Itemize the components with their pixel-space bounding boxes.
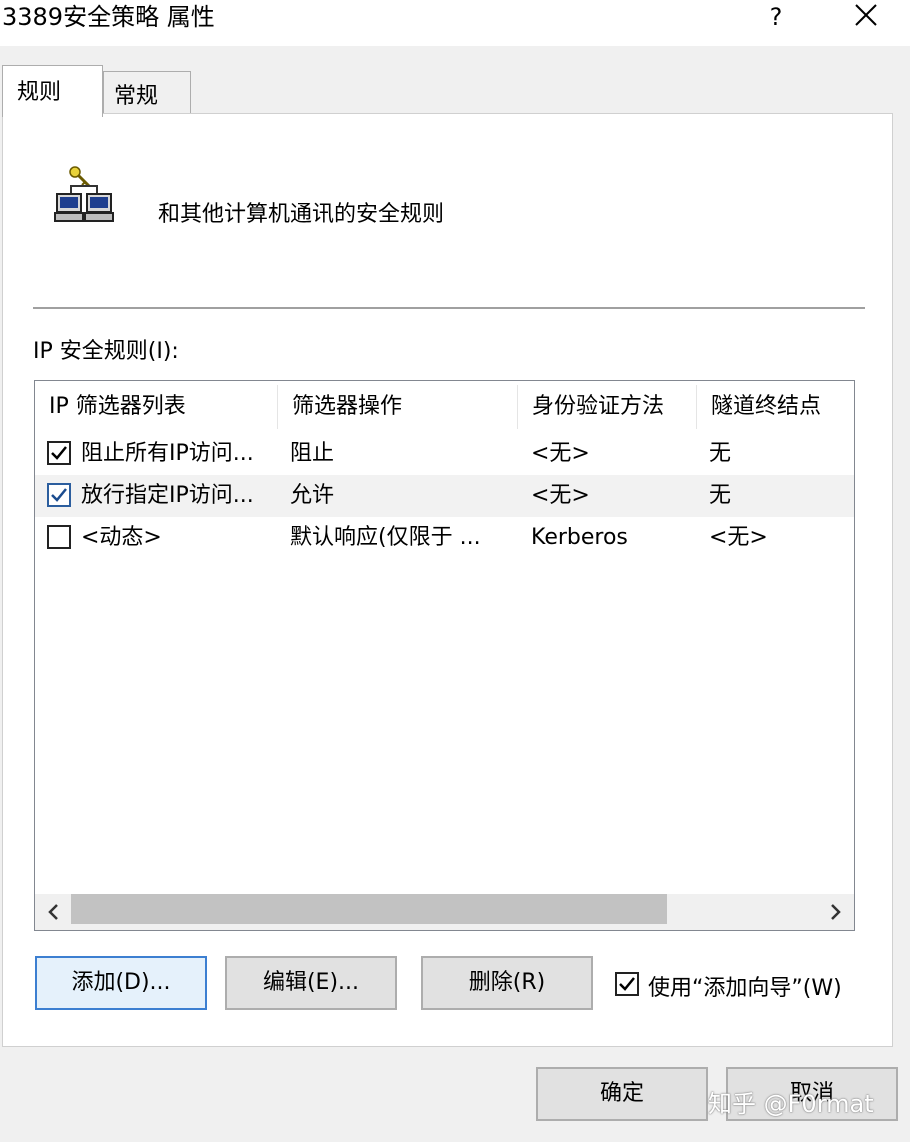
cancel-button[interactable]: 取消 [726, 1067, 898, 1121]
column-header-filter-list[interactable]: IP 筛选器列表 [35, 381, 277, 433]
divider [33, 307, 865, 309]
header-description: 和其他计算机通讯的安全规则 [158, 202, 445, 227]
column-header-filter-action[interactable]: 筛选器操作 [278, 381, 517, 433]
scroll-right-button[interactable] [822, 900, 850, 924]
network-computers-key-icon [53, 164, 119, 224]
tunnel-endpoint-cell: 无 [709, 441, 732, 466]
ok-button[interactable]: 确定 [536, 1067, 708, 1121]
auth-method-cell: <无> [531, 483, 590, 508]
filter-list-cell: <动态> [81, 525, 162, 550]
auth-method-cell: Kerberos [531, 525, 628, 550]
tunnel-endpoint-cell: 无 [709, 483, 732, 508]
rules-list-label: IP 安全规则(I): [33, 339, 179, 364]
rule-checkbox[interactable] [47, 483, 71, 507]
scroll-left-button[interactable] [39, 900, 67, 924]
filter-list-cell: 放行指定IP访问... [81, 483, 254, 508]
rules-tab-panel: 和其他计算机通讯的安全规则 IP 安全规则(I): IP 筛选器列表 筛选器操作… [2, 113, 893, 1047]
checkmark-icon [619, 977, 635, 991]
chevron-left-icon [48, 904, 58, 920]
auth-method-cell: <无> [531, 441, 590, 466]
close-icon [855, 4, 877, 26]
filter-action-cell: 默认响应(仅限于 ... [290, 525, 481, 550]
delete-button[interactable]: 删除(R) [421, 956, 593, 1010]
rule-checkbox[interactable] [47, 525, 71, 549]
close-button[interactable] [846, 0, 886, 34]
checkmark-icon [51, 488, 67, 502]
filter-list-cell: 阻止所有IP访问... [81, 441, 254, 466]
rule-checkbox[interactable] [47, 441, 71, 465]
column-header-auth-method[interactable]: 身份验证方法 [518, 381, 696, 433]
edit-button[interactable]: 编辑(E)... [225, 956, 397, 1010]
tab-rules[interactable]: 规则 [2, 65, 103, 117]
filter-action-cell: 允许 [290, 483, 335, 508]
use-wizard-label[interactable]: 使用“添加向导”(W) [648, 970, 842, 1002]
help-button[interactable]: ? [762, 0, 790, 34]
title-bar: 3389安全策略 属性 ? [0, 0, 910, 46]
rules-list[interactable]: IP 筛选器列表 筛选器操作 身份验证方法 隧道终结点 阻止所有IP访问... … [34, 380, 855, 931]
window-title: 3389安全策略 属性 [2, 3, 215, 31]
chevron-right-icon [831, 904, 841, 920]
filter-action-cell: 阻止 [290, 441, 335, 466]
scroll-thumb[interactable] [71, 894, 667, 924]
table-row[interactable]: 阻止所有IP访问... 阻止 <无> 无 [35, 433, 854, 475]
column-header-tunnel-endpoint[interactable]: 隧道终结点 [697, 381, 854, 433]
add-button[interactable]: 添加(D)... [35, 956, 207, 1010]
horizontal-scrollbar[interactable] [35, 894, 854, 930]
column-header-row: IP 筛选器列表 筛选器操作 身份验证方法 隧道终结点 [35, 381, 854, 433]
use-wizard-checkbox[interactable] [615, 972, 639, 996]
table-row[interactable]: <动态> 默认响应(仅限于 ... Kerberos <无> [35, 517, 854, 559]
tunnel-endpoint-cell: <无> [709, 525, 768, 550]
tab-general[interactable]: 常规 [103, 71, 191, 113]
table-row[interactable]: 放行指定IP访问... 允许 <无> 无 [35, 475, 854, 517]
checkmark-icon [51, 446, 67, 460]
